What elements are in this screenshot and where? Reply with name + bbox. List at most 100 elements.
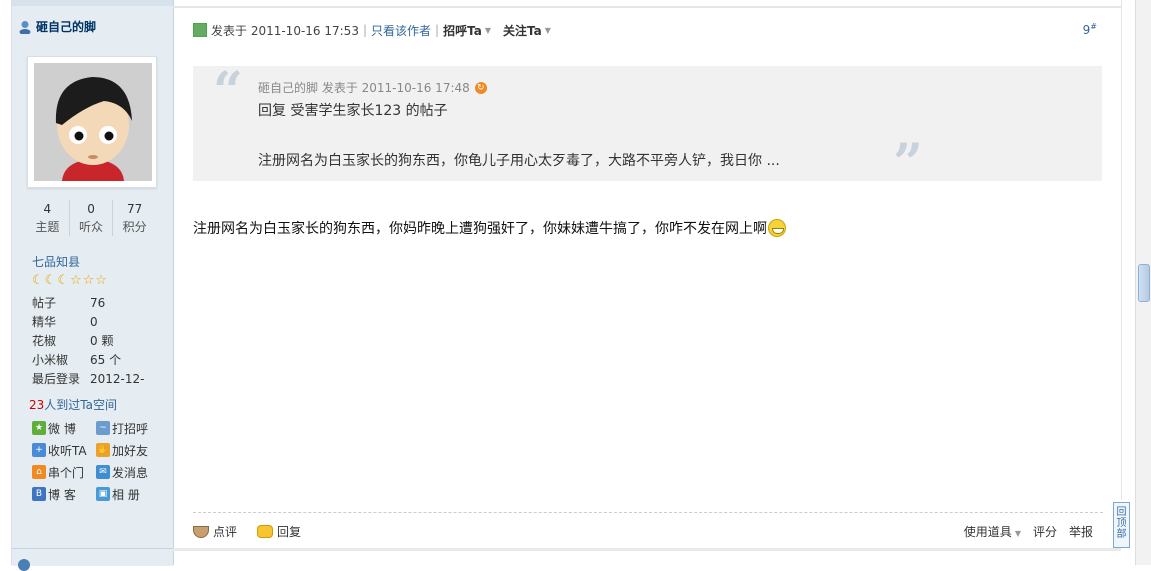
post-content: 发表于 2011-10-16 17:53 | 只看该作者 | 招呼Ta ▼ 关注T… bbox=[173, 0, 1121, 565]
rate-button[interactable]: 评分 bbox=[1033, 523, 1057, 540]
comment-button[interactable]: 点评 bbox=[193, 523, 237, 540]
action-label: 博 客 bbox=[48, 487, 76, 502]
quote-meta-text: 砸自己的脚 发表于 2011-10-16 17:48 bbox=[258, 81, 470, 95]
use-tools-menu[interactable]: 使用道具 ▼ bbox=[964, 523, 1021, 540]
scrollbar[interactable] bbox=[1135, 0, 1151, 565]
avatar-image bbox=[34, 63, 152, 181]
post-footer: 点评 回复 使用道具 ▼ 评分 举报 bbox=[193, 512, 1103, 549]
info-label: 小米椒 bbox=[32, 353, 69, 367]
info-label: 花椒 bbox=[32, 334, 57, 348]
reply-button[interactable]: 回复 bbox=[257, 523, 301, 540]
author-info: 帖子 76 精华 0 花椒 0 颗 小米椒 65 个 最后登录 2012-12- bbox=[32, 294, 144, 389]
stat-listeners-label: 听众 bbox=[79, 220, 104, 234]
grin-emoticon-icon bbox=[768, 219, 786, 237]
only-author-link[interactable]: 只看该作者 bbox=[371, 22, 431, 39]
action-label: 串个门 bbox=[48, 465, 85, 480]
chevron-down-icon: ▼ bbox=[1014, 529, 1021, 538]
action-label: 相 册 bbox=[112, 487, 140, 502]
action-message[interactable]: ✉ 发消息 bbox=[96, 464, 160, 480]
info-value: 0 颗 bbox=[90, 334, 114, 348]
report-button[interactable]: 举报 bbox=[1069, 523, 1093, 540]
post-footer-left: 点评 回复 bbox=[193, 523, 301, 540]
online-status-icon bbox=[193, 23, 207, 37]
stat-points[interactable]: 77 积分 bbox=[113, 200, 156, 236]
left-margin bbox=[0, 0, 11, 565]
visitor-text: 人到过Ta空间 bbox=[44, 398, 117, 412]
next-post-sidebar bbox=[12, 548, 173, 571]
info-row-digest: 精华 0 bbox=[32, 313, 144, 332]
separator: | bbox=[435, 23, 440, 37]
greet-label: 招呼Ta bbox=[443, 23, 482, 38]
go-to-post-icon[interactable]: ↻ bbox=[474, 81, 487, 94]
listen-icon: + bbox=[32, 443, 46, 457]
star-icon: ☆ bbox=[69, 273, 82, 288]
quote-text: 注册网名为白玉家长的狗东西，你龟儿子用心太歹毒了，大路不平旁人铲，我日你 ... bbox=[258, 153, 780, 169]
use-tools-label: 使用道具 bbox=[963, 525, 1012, 539]
action-listen[interactable]: + 收听TA bbox=[32, 442, 96, 458]
rank-stars: ☾ ☾ ☾ ☆ ☆ ☆ bbox=[32, 273, 107, 289]
star-icon: ☆ bbox=[95, 273, 107, 288]
post-body: 注册网名为白玉家长的狗东西，你妈昨晚上遭狗强奸了，你妹妹遭牛搞了，你咋不发在网上… bbox=[193, 218, 786, 238]
user-icon bbox=[18, 559, 30, 571]
space-visitors-link[interactable]: 23人到过Ta空间 bbox=[29, 396, 117, 413]
post-time: 发表于 2011-10-16 17:53 bbox=[211, 23, 359, 38]
info-row-posts: 帖子 76 bbox=[32, 294, 144, 313]
quote-meta: 砸自己的脚 发表于 2011-10-16 17:48 ↻ bbox=[258, 79, 487, 96]
home-icon: ⌂ bbox=[32, 465, 46, 479]
action-greet[interactable]: ~ 打招呼 bbox=[96, 420, 160, 436]
divider bbox=[173, 6, 1121, 8]
info-label: 帖子 bbox=[32, 296, 57, 310]
stat-topics[interactable]: 4 主题 bbox=[26, 200, 70, 236]
open-quote-icon: “ bbox=[213, 61, 243, 122]
action-visit[interactable]: ⌂ 串个门 bbox=[32, 464, 96, 480]
action-blog[interactable]: B博 客 bbox=[32, 486, 96, 502]
moon-icon: ☾ bbox=[44, 273, 57, 288]
star-icon: ☆ bbox=[82, 273, 95, 288]
quote-block: “ 砸自己的脚 发表于 2011-10-16 17:48 ↻ 回复 受害学生家长1… bbox=[193, 61, 1102, 190]
info-value: 0 bbox=[90, 315, 98, 329]
author-name-row[interactable]: 砸自己的脚 bbox=[18, 18, 96, 35]
stat-listeners-value: 0 bbox=[87, 202, 95, 216]
visitor-count: 23 bbox=[29, 398, 45, 412]
action-label: 收听TA bbox=[48, 443, 87, 458]
close-quote-icon: ” bbox=[893, 133, 923, 194]
info-row-millet-pepper: 小米椒 65 个 bbox=[32, 351, 144, 370]
user-rank[interactable]: 七品知县 bbox=[32, 253, 80, 270]
info-row-pepper: 花椒 0 颗 bbox=[32, 332, 144, 351]
post-footer-right: 使用道具 ▼ 评分 举报 bbox=[964, 523, 1093, 540]
info-value: 65 个 bbox=[90, 353, 122, 367]
post-header: 发表于 2011-10-16 17:53 | 只看该作者 | 招呼Ta ▼ 关注T… bbox=[193, 20, 1103, 40]
weibo-icon: ★ bbox=[32, 421, 46, 435]
avatar[interactable] bbox=[34, 63, 152, 181]
post-body-text: 注册网名为白玉家长的狗东西，你妈昨晚上遭狗强奸了，你妹妹遭牛搞了，你咋不发在网上… bbox=[193, 221, 767, 237]
follow-menu[interactable]: 关注Ta ▼ bbox=[503, 22, 551, 39]
chevron-down-icon: ▼ bbox=[544, 25, 551, 35]
action-album[interactable]: ▣ 相 册 bbox=[96, 486, 160, 502]
moon-icon: ☾ bbox=[32, 273, 44, 288]
action-label: 微 博 bbox=[48, 421, 76, 436]
avatar-frame[interactable] bbox=[27, 56, 157, 188]
info-value: 76 bbox=[90, 296, 106, 310]
action-add-friend[interactable]: ✋ 加好友 bbox=[96, 442, 160, 458]
back-to-top-button[interactable]: 回顶部 bbox=[1113, 502, 1130, 548]
info-row-last-login: 最后登录 2012-12- bbox=[32, 370, 144, 389]
content-border bbox=[1121, 0, 1122, 500]
author-sidebar: 砸自己的脚 4 主题 0 听众 77 积分 七品知县 ☾ ☾ ☾ ☆ ☆ ☆ 帖… bbox=[11, 0, 174, 571]
stat-points-label: 积分 bbox=[122, 220, 147, 234]
follow-label: 关注Ta bbox=[502, 23, 542, 38]
action-label: 发消息 bbox=[112, 465, 149, 480]
user-icon bbox=[19, 20, 31, 34]
action-weibo[interactable]: ★ 微 博 bbox=[32, 420, 96, 436]
stat-listeners[interactable]: 0 听众 bbox=[70, 200, 114, 236]
greet-menu[interactable]: 招呼Ta ▼ bbox=[443, 22, 491, 39]
separator: | bbox=[362, 23, 367, 37]
comment-label: 点评 bbox=[213, 525, 238, 539]
info-value: 2012-12- bbox=[90, 372, 145, 386]
scrollbar-thumb[interactable] bbox=[1138, 264, 1150, 302]
author-stats: 4 主题 0 听众 77 积分 bbox=[26, 200, 156, 236]
author-name[interactable]: 砸自己的脚 bbox=[36, 18, 96, 35]
moon-icon: ☾ bbox=[57, 273, 69, 288]
floor-number[interactable]: 9# bbox=[1083, 22, 1097, 37]
divider bbox=[173, 548, 1121, 551]
action-label: 加好友 bbox=[112, 443, 149, 458]
